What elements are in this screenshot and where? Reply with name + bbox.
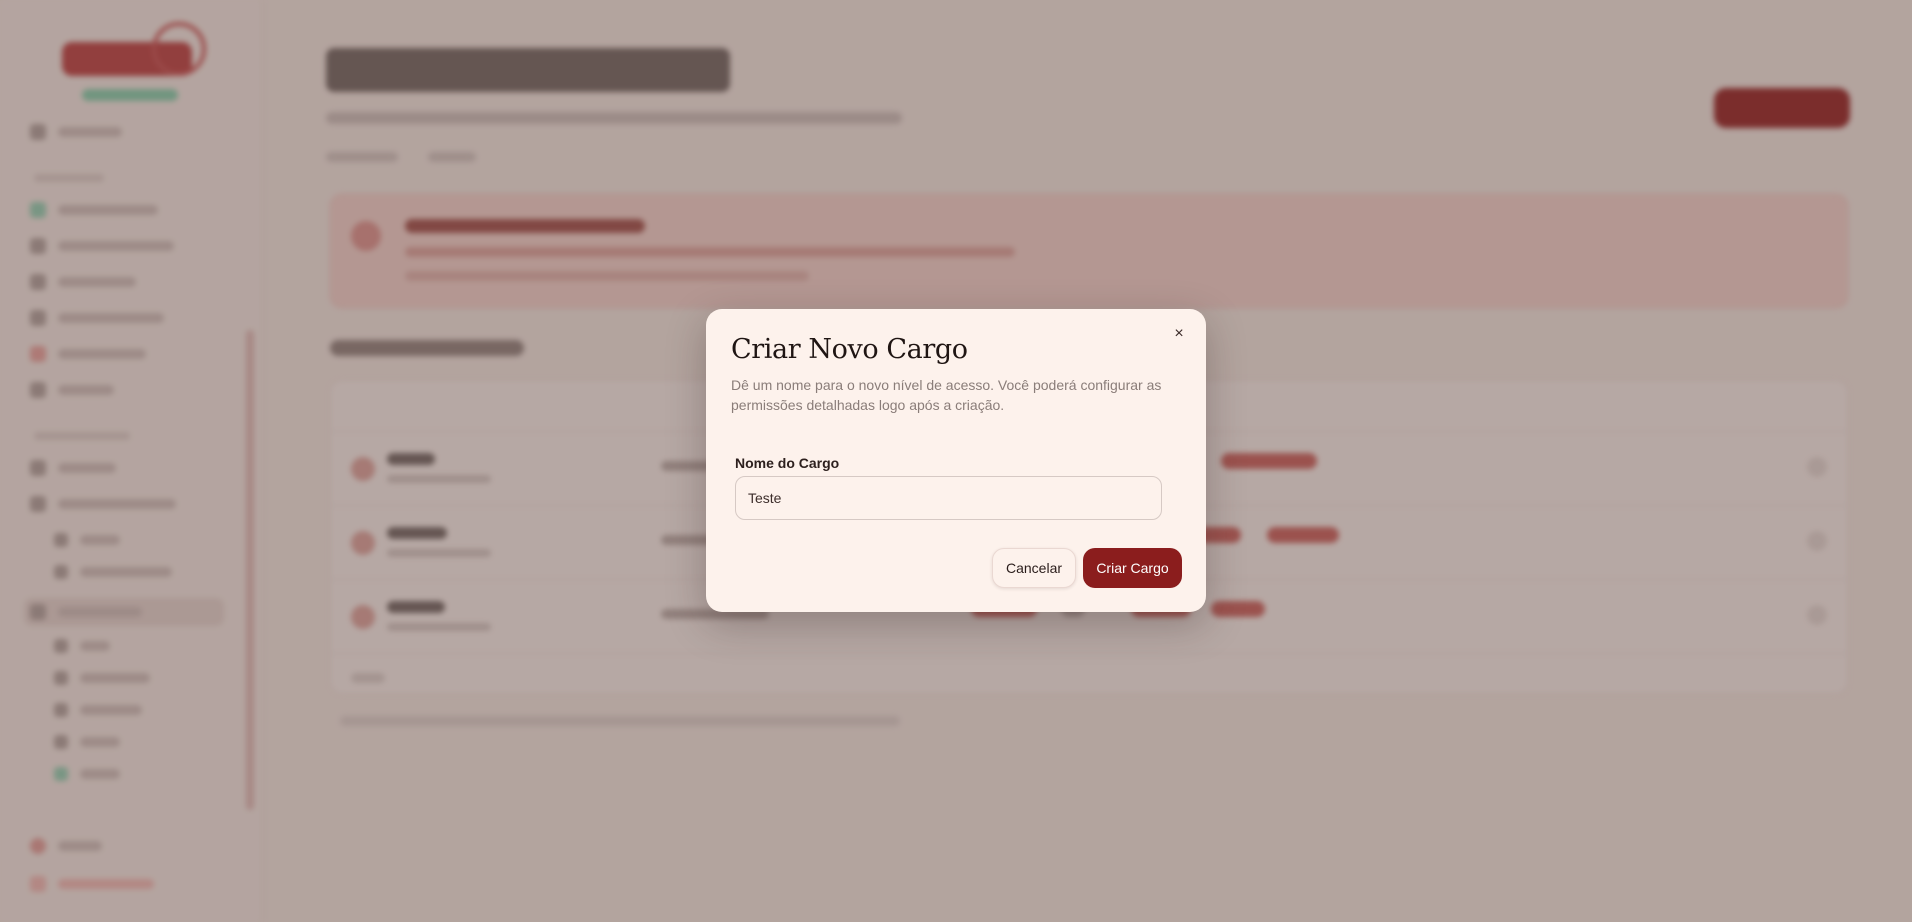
create-role-dialog: × Criar Novo Cargo Dê um nome para o nov… — [706, 309, 1206, 612]
close-icon[interactable]: × — [1168, 323, 1190, 345]
dialog-title: Criar Novo Cargo — [731, 334, 968, 365]
dialog-description: Dê um nome para o novo nível de acesso. … — [731, 377, 1162, 413]
role-name-input[interactable] — [735, 476, 1162, 520]
cancel-button[interactable]: Cancelar — [992, 548, 1076, 588]
role-name-label: Nome do Cargo — [735, 455, 840, 471]
create-role-button[interactable]: Criar Cargo — [1083, 548, 1182, 588]
